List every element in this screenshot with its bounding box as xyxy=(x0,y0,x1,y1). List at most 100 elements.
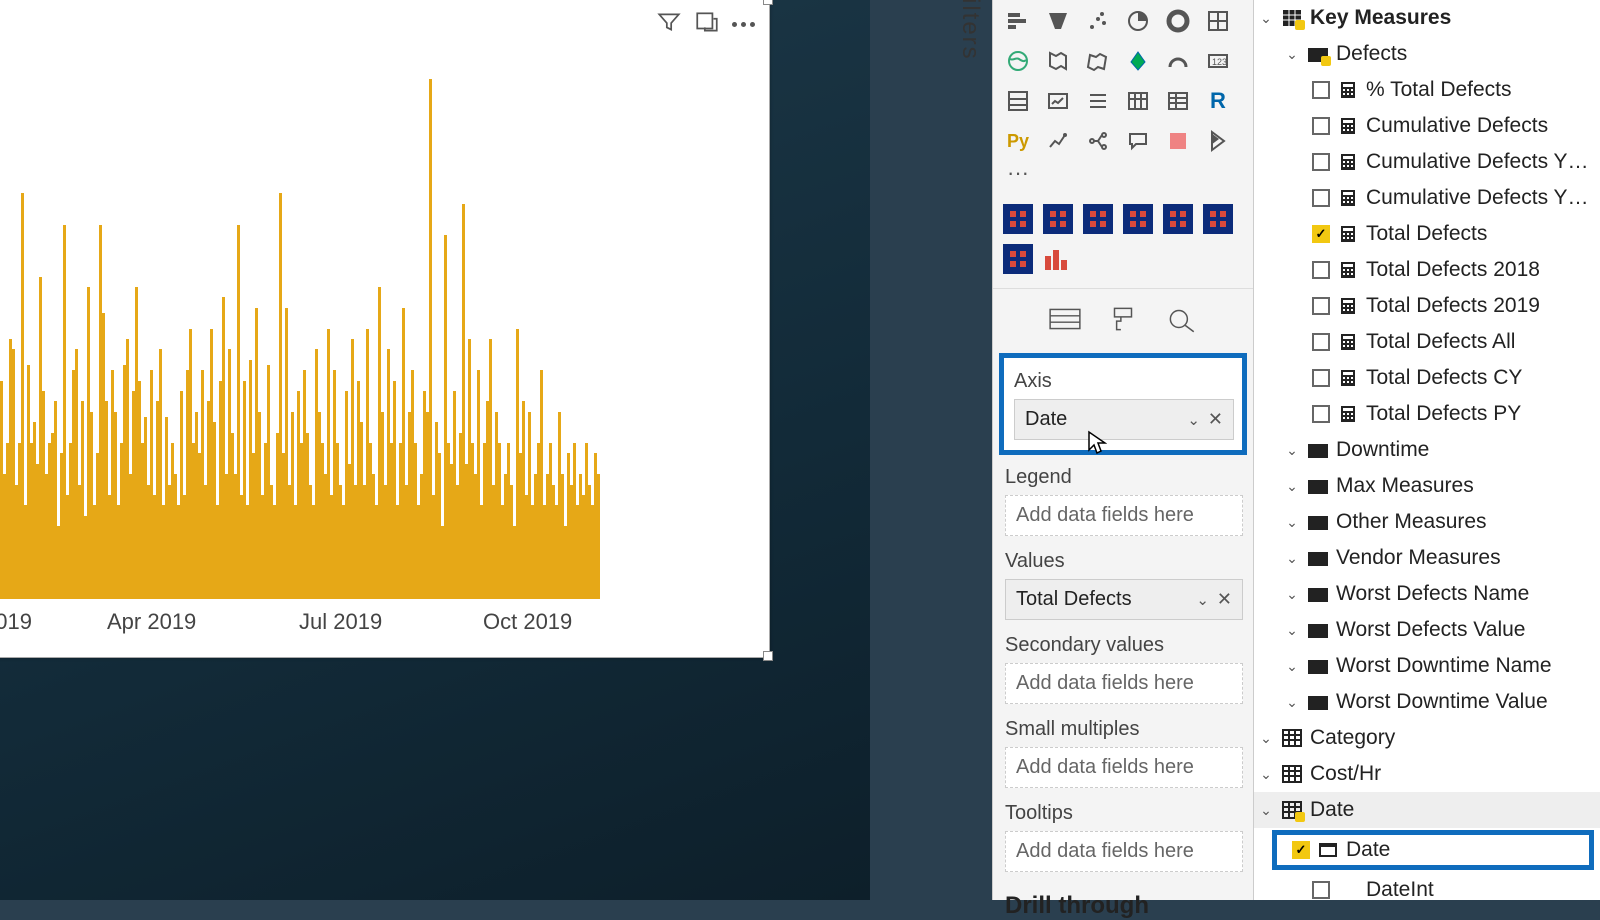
field-checkbox[interactable] xyxy=(1312,225,1330,243)
custom-visual-icon[interactable] xyxy=(1203,204,1233,234)
matrix-icon[interactable] xyxy=(1163,86,1193,116)
map-icon[interactable] xyxy=(1003,46,1033,76)
table-category[interactable]: ⌄ Category xyxy=(1254,720,1600,756)
multi-row-card-icon[interactable] xyxy=(1003,86,1033,116)
filter-icon[interactable] xyxy=(656,9,682,40)
measure-item[interactable]: Cumulative Defects Y… xyxy=(1254,180,1600,216)
gauge-icon[interactable] xyxy=(1163,46,1193,76)
treemap-icon[interactable] xyxy=(1203,6,1233,36)
measure-item[interactable]: % Total Defects xyxy=(1254,72,1600,108)
table-icon[interactable] xyxy=(1123,86,1153,116)
paginated-report-icon[interactable] xyxy=(1203,126,1233,156)
focus-mode-icon[interactable] xyxy=(694,9,720,40)
table-key-measures[interactable]: ⌄ Key Measures xyxy=(1254,0,1600,36)
fields-tab-icon[interactable] xyxy=(1048,305,1082,338)
key-influencers-icon[interactable] xyxy=(1043,126,1073,156)
table-date[interactable]: ⌄ Date xyxy=(1254,792,1600,828)
field-checkbox[interactable] xyxy=(1312,261,1330,279)
values-field-pill[interactable]: Total Defects ⌄ ✕ xyxy=(1005,579,1243,620)
tooltips-placeholder[interactable]: Add data fields here xyxy=(1005,831,1243,872)
custom-visual-icon[interactable] xyxy=(1043,244,1073,274)
analytics-tab-icon[interactable] xyxy=(1164,305,1198,338)
custom-visual-icon[interactable] xyxy=(1003,244,1033,274)
pie-chart-icon[interactable] xyxy=(1123,6,1153,36)
smart-narrative-icon[interactable] xyxy=(1163,126,1193,156)
measure-item[interactable]: Total Defects CY xyxy=(1254,360,1600,396)
slicer-icon[interactable] xyxy=(1083,86,1113,116)
r-visual-icon[interactable]: R xyxy=(1203,86,1233,116)
small-multiples-well[interactable]: Small multiples Add data fields here xyxy=(993,710,1253,794)
custom-visual-icon[interactable] xyxy=(1163,204,1193,234)
field-checkbox[interactable] xyxy=(1312,369,1330,387)
qa-visual-icon[interactable] xyxy=(1123,126,1153,156)
field-checkbox[interactable] xyxy=(1312,153,1330,171)
custom-visual-icon[interactable] xyxy=(1123,204,1153,234)
x-axis: 2019 Apr 2019 Jul 2019 Oct 2019 xyxy=(0,599,769,649)
field-date[interactable]: Date xyxy=(1274,832,1592,868)
field-checkbox[interactable] xyxy=(1292,841,1310,859)
axis-well[interactable]: Axis Date ⌄ ✕ xyxy=(999,353,1247,455)
table-row[interactable]: ⌄Vendor Measures xyxy=(1254,540,1600,576)
field-checkbox[interactable] xyxy=(1312,405,1330,423)
field-checkbox[interactable] xyxy=(1312,189,1330,207)
scatter-chart-icon[interactable] xyxy=(1083,6,1113,36)
field-menu-chevron-icon[interactable]: ⌄ xyxy=(1196,591,1209,609)
table-cost-hr[interactable]: ⌄ Cost/Hr xyxy=(1254,756,1600,792)
table-row[interactable]: ⌄Max Measures xyxy=(1254,468,1600,504)
table-row[interactable]: ⌄Other Measures xyxy=(1254,504,1600,540)
field-menu-chevron-icon[interactable]: ⌄ xyxy=(1187,411,1200,429)
remove-field-icon[interactable]: ✕ xyxy=(1217,589,1232,610)
shape-map-icon[interactable] xyxy=(1083,46,1113,76)
measure-item[interactable]: Cumulative Defects xyxy=(1254,108,1600,144)
secondary-values-well[interactable]: Secondary values Add data fields here xyxy=(993,626,1253,710)
measure-item[interactable]: Total Defects 2018 xyxy=(1254,252,1600,288)
stacked-bar-chart-icon[interactable] xyxy=(1003,6,1033,36)
python-visual-icon[interactable]: Py xyxy=(1003,126,1033,156)
resize-handle[interactable] xyxy=(763,651,773,661)
measure-item[interactable]: Total Defects xyxy=(1254,216,1600,252)
filled-map-icon[interactable] xyxy=(1043,46,1073,76)
field-checkbox[interactable] xyxy=(1312,81,1330,99)
table-defects[interactable]: ⌄ Defects xyxy=(1254,36,1600,72)
table-row[interactable]: ⌄Downtime xyxy=(1254,432,1600,468)
donut-chart-icon[interactable] xyxy=(1163,6,1193,36)
measure-icon xyxy=(1338,369,1358,387)
legend-well[interactable]: Legend Add data fields here xyxy=(993,458,1253,542)
custom-visual-icon[interactable] xyxy=(1003,204,1033,234)
field-checkbox[interactable] xyxy=(1312,881,1330,899)
decomposition-tree-icon[interactable] xyxy=(1083,126,1113,156)
measure-item[interactable]: Total Defects All xyxy=(1254,324,1600,360)
card-icon[interactable]: 123 xyxy=(1203,46,1233,76)
get-more-visuals-icon[interactable]: ··· xyxy=(993,160,1253,194)
more-options-icon[interactable] xyxy=(732,22,755,27)
secondary-values-placeholder[interactable]: Add data fields here xyxy=(1005,663,1243,704)
format-tab-icon[interactable] xyxy=(1106,305,1140,338)
legend-placeholder[interactable]: Add data fields here xyxy=(1005,495,1243,536)
measure-icon xyxy=(1338,261,1358,279)
field-checkbox[interactable] xyxy=(1312,333,1330,351)
remove-field-icon[interactable]: ✕ xyxy=(1208,409,1223,430)
field-checkbox[interactable] xyxy=(1312,117,1330,135)
axis-field-pill[interactable]: Date ⌄ ✕ xyxy=(1014,399,1234,440)
values-well[interactable]: Values Total Defects ⌄ ✕ xyxy=(993,542,1253,626)
resize-handle[interactable] xyxy=(763,0,773,5)
custom-visual-icon[interactable] xyxy=(1043,204,1073,234)
azure-map-icon[interactable] xyxy=(1123,46,1153,76)
table-row[interactable]: ⌄Worst Downtime Value xyxy=(1254,684,1600,720)
kpi-icon[interactable] xyxy=(1043,86,1073,116)
measure-item[interactable]: Cumulative Defects Y… xyxy=(1254,144,1600,180)
tooltips-well[interactable]: Tooltips Add data fields here xyxy=(993,794,1253,878)
field-checkbox[interactable] xyxy=(1312,297,1330,315)
measure-item[interactable]: Total Defects PY xyxy=(1254,396,1600,432)
column-chart-visual[interactable]: 2019 Apr 2019 Jul 2019 Oct 2019 xyxy=(0,0,770,658)
filters-pane-label[interactable]: ilters xyxy=(956,0,984,61)
funnel-chart-icon[interactable] xyxy=(1043,6,1073,36)
table-row[interactable]: ⌄Worst Downtime Name xyxy=(1254,648,1600,684)
custom-visual-icon[interactable] xyxy=(1083,204,1113,234)
table-row[interactable]: ⌄Worst Defects Value xyxy=(1254,612,1600,648)
small-multiples-placeholder[interactable]: Add data fields here xyxy=(1005,747,1243,788)
field-dateint[interactable]: DateInt xyxy=(1254,872,1600,900)
measure-item[interactable]: Total Defects 2019 xyxy=(1254,288,1600,324)
svg-text:123: 123 xyxy=(1212,57,1227,67)
table-row[interactable]: ⌄Worst Defects Name xyxy=(1254,576,1600,612)
